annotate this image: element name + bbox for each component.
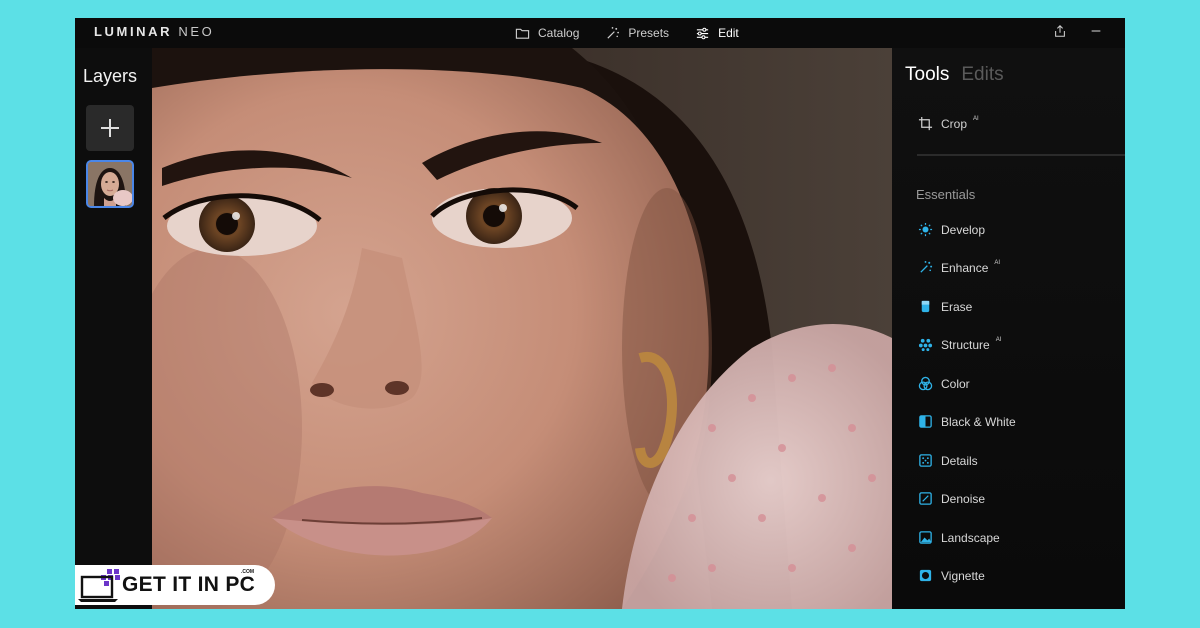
ai-badge: AI [973,115,979,122]
tool-develop[interactable]: Develop [918,222,985,237]
sparkle-icon [920,260,933,273]
app-logo: LUMINAR NEO [94,24,214,39]
tool-landscape-label: Landscape [941,530,1000,545]
layers-title: Layers [83,66,138,86]
watermark-text: GET IT IN PC [122,573,256,596]
tool-vignette-label: Vignette [941,568,985,583]
share-icon[interactable] [1053,24,1067,38]
sliders-icon [696,27,709,39]
tool-crop-label: Crop [941,116,968,131]
tool-erase-label: Erase [941,299,973,314]
layers-panel: Layers [75,48,152,609]
black-white-icon [919,415,932,428]
nav-catalog[interactable]: Catalog [515,26,579,41]
top-bar: LUMINAR NEO Catalog Presets Edit [75,18,1125,48]
brand-name: LUMINAR [94,24,173,39]
tool-color[interactable]: Color [918,376,970,391]
main-nav: Catalog Presets Edit [515,18,739,48]
tool-structure-label: Structure [941,337,990,352]
window-controls [1053,24,1103,38]
watermark-domain: .COM [241,569,255,575]
denoise-icon [919,492,932,505]
tab-tools[interactable]: Tools [905,64,949,86]
photo-canvas[interactable] [152,48,892,609]
details-grid-icon [919,454,932,467]
luminar-neo-window: LUMINAR NEO Catalog Presets Edit Layers [75,18,1125,609]
nav-edit-label: Edit [718,26,739,40]
tool-enhance-label: Enhance [941,260,989,275]
vignette-icon [919,569,932,582]
tool-landscape[interactable]: Landscape [918,530,1000,545]
tool-details[interactable]: Details [918,453,978,468]
nav-catalog-label: Catalog [538,26,580,40]
tool-details-label: Details [941,453,978,468]
ai-badge: AI [995,336,1002,343]
nav-edit[interactable]: Edit [695,26,739,41]
minimize-icon[interactable] [1089,24,1103,38]
tool-develop-label: Develop [941,222,986,237]
tool-structure[interactable]: Structure AI [918,337,1001,352]
eraser-icon [921,300,930,313]
portrait-photo [152,48,892,609]
color-circles-icon [918,376,933,391]
tool-black-white[interactable]: Black & White [918,414,1016,429]
nav-presets-label: Presets [628,26,670,40]
tool-erase[interactable]: Erase [918,299,972,314]
tool-denoise-label: Denoise [941,491,986,506]
tools-panel: Tools Edits Crop AI Essentials Develop E… [892,48,1125,609]
tool-crop[interactable]: Crop AI [918,116,979,131]
layer-thumbnail-image [88,162,132,206]
section-essentials: Essentials [916,187,976,202]
plus-icon [101,119,119,137]
tool-black-white-label: Black & White [941,414,1016,429]
add-layer-button[interactable] [86,105,134,151]
brand-suffix: NEO [178,24,215,39]
laptop-logo-icon [78,569,120,602]
sun-icon [918,222,933,237]
structure-icon [918,338,933,352]
nav-presets[interactable]: Presets [605,26,669,41]
layer-thumbnail[interactable] [86,160,134,208]
tool-color-label: Color [941,376,970,391]
tool-denoise[interactable]: Denoise [918,491,985,506]
sparkle-wand-icon [607,26,620,39]
tab-edits[interactable]: Edits [961,64,1003,86]
panel-divider [917,154,1125,156]
tool-enhance[interactable]: Enhance AI [918,260,1000,275]
crop-icon [918,116,933,131]
tools-tabs: Tools Edits [905,64,1004,86]
tool-vignette[interactable]: Vignette [918,568,985,583]
ai-badge: AI [994,259,1001,266]
watermark-logo: GET IT IN PC .COM [75,565,275,605]
landscape-icon [919,531,932,544]
folder-icon [515,28,530,39]
